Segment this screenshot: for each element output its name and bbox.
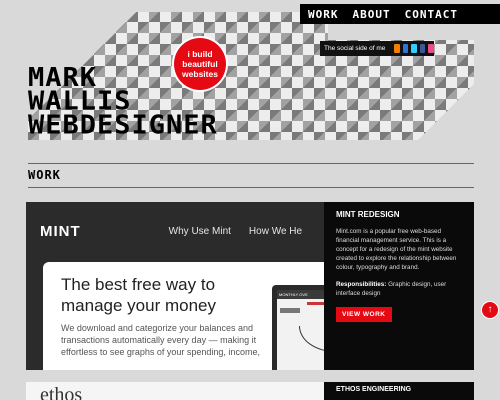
badge-line-1: i build	[187, 49, 213, 59]
twitter-icon[interactable]	[411, 44, 417, 53]
next-shot-text: ethos	[40, 384, 83, 400]
view-work-button[interactable]: VIEW WORK	[336, 307, 392, 322]
work-item-mint: MINT Why Use Mint How We He The best fre…	[26, 202, 474, 370]
work-item-next-screenshot[interactable]: ethos	[26, 382, 324, 400]
phone-header: MONTHLY OVE	[277, 290, 324, 299]
shot-header: MINT Why Use Mint How We He	[26, 202, 324, 260]
shot-nav-item: How We He	[248, 225, 303, 237]
logo-line-3: WEBDESIGNER	[28, 110, 218, 140]
dribbble-icon[interactable]	[428, 44, 434, 53]
social-strip: The social side of me	[320, 41, 434, 56]
shot-headline: The best free way to manage your money	[61, 275, 216, 315]
section-title: WORK	[28, 168, 61, 182]
site-logo[interactable]: MARK WALLIS WEBDESIGNER	[28, 65, 328, 140]
work-description: Mint.com is a popular free web-based fin…	[336, 228, 457, 271]
work-screenshot[interactable]: MINT Why Use Mint How We He The best fre…	[26, 202, 324, 370]
scroll-top-button[interactable]: ↑	[482, 302, 498, 318]
top-nav: WORK ABOUT CONTACT	[300, 4, 500, 24]
phone-chart-curve	[299, 326, 324, 352]
divider-bottom	[28, 187, 474, 188]
shot-brand: MINT	[40, 222, 81, 240]
nav-about[interactable]: ABOUT	[353, 8, 391, 21]
responsibilities-label: Responsibilities:	[336, 281, 387, 288]
phone-screen: MONTHLY OVE	[277, 290, 324, 370]
shot-nav: Why Use Mint How We He	[169, 226, 302, 237]
phone-bar-accent	[307, 302, 324, 305]
work-info-panel: MINT REDESIGN Mint.com is a popular free…	[324, 202, 474, 370]
blogger-icon[interactable]	[394, 44, 400, 53]
nav-work[interactable]: WORK	[308, 8, 339, 21]
work-responsibilities: Responsibilities: Graphic design, user i…	[336, 280, 462, 298]
phone-bar	[280, 308, 300, 313]
divider-top	[28, 163, 474, 164]
facebook-icon[interactable]	[419, 44, 426, 53]
social-label: The social side of me	[324, 45, 386, 52]
delicious-icon[interactable]	[402, 44, 409, 53]
work-title: MINT REDESIGN	[336, 210, 400, 219]
phone-mockup: MONTHLY OVE	[272, 285, 324, 370]
nav-contact[interactable]: CONTACT	[405, 8, 458, 21]
work-item-next-title: ETHOS ENGINEERING	[324, 382, 474, 400]
shot-body: We download and categorize your balances…	[61, 323, 260, 357]
shot-nav-item: Why Use Mint	[168, 225, 231, 237]
